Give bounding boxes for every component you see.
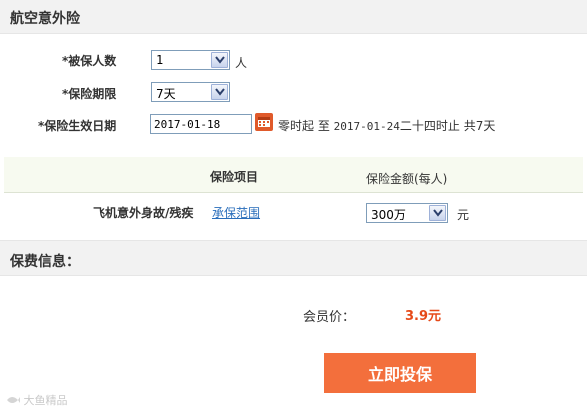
header-amount: 保险金额(每人) bbox=[366, 172, 448, 186]
period-select[interactable]: 7天 bbox=[151, 82, 230, 102]
coverage-table: 保险项目 保险金额(每人) 飞机意外身故/残疾 承保范围 300万 元 bbox=[4, 157, 583, 225]
chevron-down-icon[interactable] bbox=[211, 84, 228, 100]
header-item: 保险项目 bbox=[210, 170, 259, 184]
section-header-flight-insurance: 航空意外险 bbox=[0, 0, 587, 34]
member-price-value: 3.9元 bbox=[405, 309, 442, 324]
table-row: 飞机意外身故/残疾 承保范围 300万 元 bbox=[4, 193, 583, 225]
chevron-down-icon[interactable] bbox=[211, 52, 228, 68]
coverage-scope-link[interactable]: 承保范围 bbox=[212, 204, 260, 221]
coverage-table-header: 保险项目 保险金额(每人) bbox=[4, 157, 583, 193]
effective-date-input[interactable]: 2017-01-18 bbox=[150, 114, 252, 134]
insured-count-select[interactable]: 1 bbox=[151, 50, 230, 70]
watermark-text: 大鱼精品 bbox=[23, 394, 68, 407]
period-value: 7天 bbox=[156, 87, 176, 101]
section-header-premium: 保费信息： bbox=[0, 240, 587, 276]
buy-now-button[interactable]: 立即投保 bbox=[324, 353, 476, 393]
coverage-amount-value: 300万 bbox=[371, 208, 406, 222]
chevron-down-icon[interactable] bbox=[429, 205, 446, 221]
effective-date-note-suffix: 二十四时止 共7天 bbox=[399, 119, 496, 133]
period-label: *保险期限 bbox=[62, 87, 117, 101]
insured-count-unit: 人 bbox=[235, 56, 248, 70]
coverage-amount-select[interactable]: 300万 bbox=[366, 203, 448, 223]
effective-date-note: 零时起 至 2017-01-24二十四时止 共7天 bbox=[278, 117, 495, 134]
section-title: 航空意外险 bbox=[10, 11, 80, 27]
effective-date-label: *保险生效日期 bbox=[38, 119, 117, 133]
insured-count-value: 1 bbox=[156, 53, 164, 67]
calendar-icon[interactable] bbox=[255, 113, 273, 131]
member-price-label: 会员价： bbox=[303, 310, 356, 325]
coverage-item-name: 飞机意外身故/残疾 bbox=[93, 206, 194, 220]
fish-icon bbox=[7, 397, 20, 403]
section-title: 保费信息： bbox=[10, 254, 80, 270]
coverage-amount-unit: 元 bbox=[457, 208, 470, 222]
insured-count-label: *被保人数 bbox=[62, 54, 117, 68]
effective-date-end: 2017-01-24 bbox=[333, 120, 400, 133]
effective-date-note-prefix: 零时起 至 bbox=[278, 119, 330, 133]
watermark: 大鱼精品 bbox=[6, 392, 68, 408]
